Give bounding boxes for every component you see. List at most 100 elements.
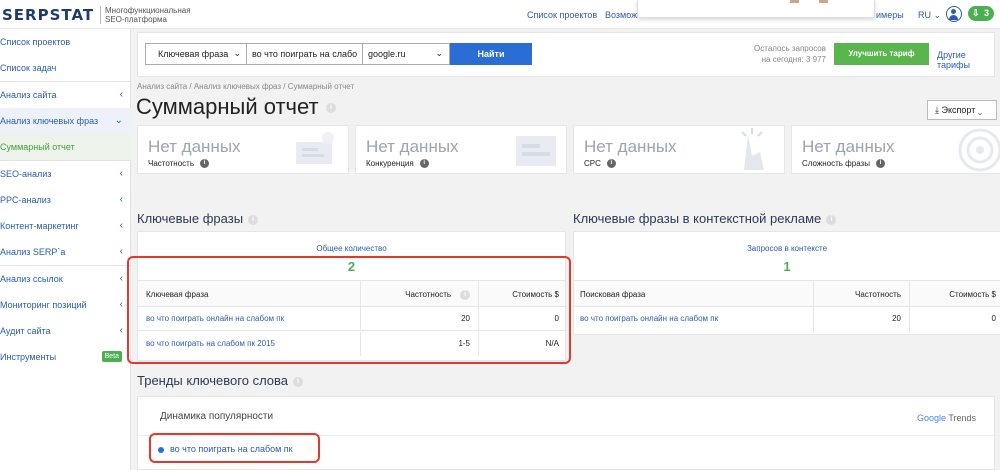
sidebar-item-backlinks[interactable]: Анализ ссылок ‹ [0, 266, 131, 292]
info-icon[interactable]: i [248, 214, 259, 225]
sidebar-item-content-marketing[interactable]: Контент-маркетинг ‹ [0, 213, 131, 239]
ads-total-label[interactable]: Запросов в контексте [574, 244, 1000, 253]
language-select[interactable]: RU ⌄ [918, 10, 941, 21]
stat-value: Нет данных [148, 137, 241, 156]
other-plans-link[interactable]: Другие тарифы [937, 50, 994, 70]
trends-panel: Динамика популярности Google Trends во ч… [137, 396, 996, 470]
legend-dot-icon [158, 447, 164, 453]
chevron-left-icon: ‹ [119, 299, 123, 310]
downloads-badge[interactable]: ⇩ 3 [968, 6, 994, 21]
trend-legend-item[interactable]: во что поиграть на слабом пк [170, 444, 293, 454]
stat-value: Нет данных [366, 137, 459, 156]
keyword-link[interactable]: во что поиграть на слабом пк 2015 [138, 332, 361, 356]
stat-value: Нет данных [584, 137, 677, 156]
nav-projects-link[interactable]: Список проектов [527, 10, 597, 20]
tagline-line1: Многофункциональная [105, 6, 191, 15]
upgrade-plan-button[interactable]: Улучшить тариф [834, 43, 929, 65]
stat-label: CPC i [584, 159, 616, 169]
chevron-left-icon: ‹ [119, 273, 123, 284]
stat-label: Сложность фразы i [802, 159, 885, 169]
overlay-popup[interactable] [637, 0, 875, 18]
keywords-table-header: Ключевая фраза Частотность i Стоимость $ [138, 280, 565, 308]
table-row: во что поиграть на слабом пк 2015 1-5 N/… [138, 332, 565, 356]
breadcrumb[interactable]: Анализ сайта / Анализ ключевых фраз / Су… [137, 82, 354, 91]
sidebar-item-tools[interactable]: Инструменты Beta [0, 344, 131, 370]
stat-label: Частотность i [148, 159, 209, 169]
keywords-total-label[interactable]: Общее количество [138, 244, 565, 253]
table-row: во что поиграть онлайн на слабом пк 20 0 [574, 307, 1000, 331]
column-header-volume[interactable]: Частотность i [361, 281, 479, 308]
tagline: Многофункциональная SEO-платформа [105, 6, 191, 24]
database-select[interactable]: google.ru ⌄ [362, 43, 450, 65]
keywords-panel: Общее количество 2 Ключевая фраза Частот… [137, 231, 566, 361]
top-bar: SERPSTAT Многофункциональная SEO-платфор… [0, 0, 1000, 29]
export-button[interactable]: ⤓ Экспорт ⌄ [927, 100, 997, 120]
sidebar-item-rank-tracker[interactable]: Мониторинг позиций ‹ [0, 292, 131, 318]
info-icon[interactable]: i [200, 159, 209, 169]
search-button[interactable]: Найти [450, 43, 532, 65]
chevron-left-icon: ‹ [119, 220, 123, 231]
popup-mark [819, 0, 828, 3]
logo-divider [100, 6, 101, 24]
keyword-link[interactable]: во что поиграть онлайн на слабом пк [138, 307, 361, 331]
ads-table-header: Поисковая фраза Частотность Стоимость $ [574, 280, 1000, 308]
trends-subtitle: Динамика популярности [160, 411, 274, 422]
keyword-search-input[interactable] [246, 43, 363, 65]
competition-illustration-icon [516, 136, 556, 166]
column-header-phrase[interactable]: Поисковая фраза [574, 281, 814, 308]
chevron-left-icon: ‹ [119, 246, 123, 257]
table-row: во что поиграть онлайн на слабом пк 20 0 [138, 307, 565, 331]
nav-examples-link[interactable]: имеры [876, 10, 904, 20]
stat-card-competition: Нет данных Конкуренция i [355, 125, 567, 174]
stat-card-difficulty: Нет данных Сложность фразы i [791, 125, 1000, 174]
tagline-line2: SEO-платформа [105, 15, 167, 24]
info-icon[interactable]: i [419, 159, 429, 169]
trends-section-title: Тренды ключевого слова i [137, 373, 304, 388]
info-icon[interactable]: i [326, 103, 336, 113]
info-icon[interactable]: i [875, 159, 885, 169]
info-icon[interactable]: i [293, 376, 304, 387]
nav-features-link[interactable]: Возмож [605, 10, 637, 20]
column-header-phrase[interactable]: Ключевая фраза [138, 281, 361, 308]
info-icon[interactable]: i [826, 214, 837, 225]
keyword-volume: 1-5 [361, 332, 479, 356]
beta-badge: Beta [101, 351, 122, 362]
sidebar-item-site-analysis[interactable]: Анализ сайта ‹ [0, 82, 131, 108]
sidebar-item-summary-report[interactable]: Суммарный отчет [0, 134, 131, 160]
info-icon[interactable]: i [460, 289, 470, 300]
chevron-left-icon: ‹ [119, 325, 123, 336]
stat-label: Конкуренция i [366, 159, 429, 169]
sidebar: Список проектов Список задач Анализ сайт… [0, 29, 131, 470]
sidebar-item-projects[interactable]: Список проектов [0, 29, 131, 55]
chevron-left-icon: ‹ [119, 89, 123, 100]
chevron-left-icon: ‹ [119, 194, 123, 205]
chevron-down-icon: ⌄ [933, 10, 942, 20]
query-limits: Осталось запросов на сегодня: 3 977 [754, 44, 826, 64]
column-header-cost[interactable]: Стоимость $ [479, 281, 565, 308]
column-header-cost[interactable]: Стоимость $ [910, 281, 1000, 308]
column-header-volume[interactable]: Частотность [814, 281, 910, 308]
keyword-cost: N/A [545, 339, 559, 348]
sidebar-item-ppc-analysis[interactable]: PPC-анализ ‹ [0, 187, 131, 213]
chevron-down-icon: ⌄ [233, 48, 241, 58]
serpstat-logo[interactable]: SERPSTAT [2, 6, 94, 24]
info-icon[interactable]: i [606, 159, 616, 169]
user-avatar-icon[interactable] [946, 6, 962, 22]
stat-card-volume: Нет данных Частотность i [137, 125, 349, 174]
ads-section-title: Ключевые фразы в контекстной рекламе i [573, 211, 837, 226]
search-type-select[interactable]: Ключевая фраза ⌄ [145, 43, 247, 65]
keyword-link[interactable]: во что поиграть онлайн на слабом пк [574, 307, 814, 331]
keyword-volume: 20 [361, 307, 479, 331]
page-title: Суммарный отчет [136, 94, 319, 119]
chevron-down-icon: ⌄ [435, 48, 443, 58]
sidebar-item-keyword-analysis[interactable]: Анализ ключевых фраз ⌄ [0, 108, 131, 134]
sidebar-item-serp-analysis[interactable]: Анализ SERP`a ‹ [0, 239, 131, 265]
sidebar-item-seo-analysis[interactable]: SEO-анализ ‹ [0, 161, 131, 187]
download-icon: ⤓ [935, 105, 939, 115]
search-bar: Ключевая фраза⌄ google.ru⌄ Найти Осталос… [137, 32, 995, 77]
keywords-total-value: 2 [347, 259, 356, 274]
keyword-cost: 0 [991, 314, 996, 323]
language-label: RU [918, 10, 931, 20]
sidebar-item-site-audit[interactable]: Аудит сайта ‹ [0, 318, 131, 344]
sidebar-item-tasks[interactable]: Список задач [0, 55, 131, 81]
